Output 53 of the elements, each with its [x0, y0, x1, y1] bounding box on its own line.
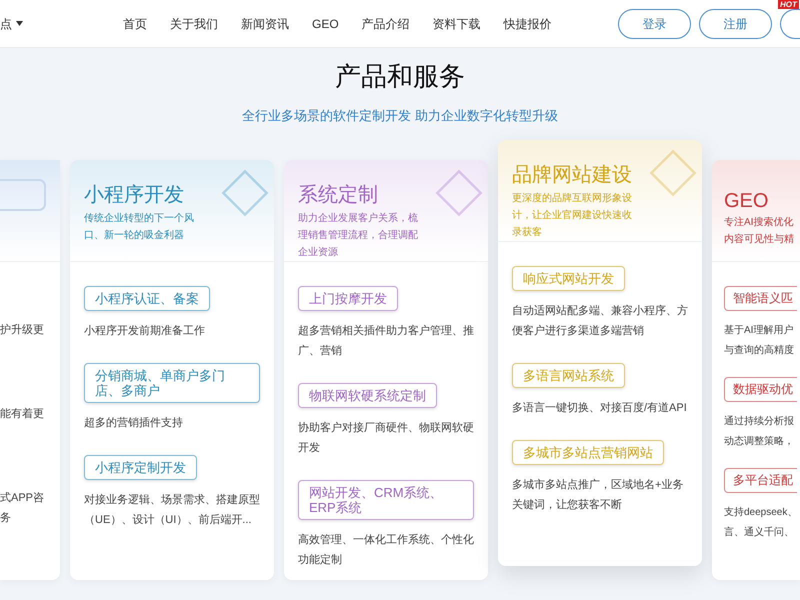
service-description: 多城市多站点推广，区域地名+业务关键词，让您获客不断 [512, 478, 684, 512]
card-subtitle: 更深度的品牌互联网形象设计，让企业官网建设快速收录获客 [512, 192, 633, 240]
hot-badge: HOT [778, 0, 799, 8]
service-description: 超多营销相关插件助力客户管理、推广、营销 [298, 324, 474, 358]
site-switch[interactable]: 点 [0, 14, 23, 32]
nav-link[interactable]: GEO [312, 14, 339, 32]
service-tag[interactable]: 物联网软硬系统定制 [298, 382, 437, 408]
section-subtitle: 全行业多场景的软件定制开发 助力企业数字化转型升级 [241, 107, 559, 125]
card-subtitle: 传统企业转型的下一个风口、新一轮的吸金利器 [84, 212, 195, 242]
service-tag[interactable]: 数据驱动优 [724, 376, 797, 402]
card-subtitle: 内容可见性与精 [724, 232, 795, 246]
service-description: 能有着更 [0, 406, 45, 422]
card-title: 品牌网站建设 [512, 162, 633, 188]
service-tag[interactable]: 小程序定制开发 [84, 454, 197, 480]
outline-shape-icon [220, 168, 270, 218]
service-description: 动态调整策略， [724, 434, 794, 448]
service-description: 支持deepseek、 [724, 506, 798, 520]
auth-button[interactable]: 登录 [618, 8, 691, 38]
service-description: 护升级更 [0, 322, 45, 338]
card-title: GEO [724, 188, 770, 214]
nav-link[interactable]: 快捷报价 [504, 14, 552, 32]
outline-shape-icon [648, 148, 698, 198]
service-description: 多语言一键切换、对接百度/有道API [512, 400, 687, 416]
nav-link[interactable]: 首页 [123, 14, 147, 32]
service-description: 言、通义千问、 [724, 526, 795, 540]
nav-link[interactable]: 产品介绍 [362, 14, 410, 32]
service-tag[interactable]: 上门按摩开发 [298, 286, 398, 310]
service-description: 通过持续分析报 [724, 414, 794, 428]
service-tag[interactable]: 小程序认证、备案 [84, 286, 210, 310]
service-description: 自动适网站配多端、兼容小程序、方便客户进行多渠道多端营销 [512, 304, 688, 338]
service-description: 与查询的高精度 [724, 344, 794, 358]
service-description: 高效管理、一体化工作系统、个性化功能定制 [298, 532, 474, 568]
service-description: 协助客户对接厂商硬件、物联网软硬开发 [298, 420, 474, 456]
nav-link[interactable]: 资料下载 [432, 14, 481, 32]
auth-button[interactable]: 注册 [699, 8, 772, 38]
card-subtitle: 专注AI搜索优化 [724, 216, 794, 230]
service-tag[interactable]: 分销商城、单商户多门店、多商户 [84, 362, 260, 402]
section-title: 产品和服务 [334, 60, 466, 92]
service-description: 务 [0, 510, 12, 526]
card-subtitle: 助力企业发展客户关系，梳理销售管理流程，合理调配企业资源 [298, 212, 419, 260]
service-tag[interactable]: 网站开发、CRM系统、ERP系统 [298, 480, 474, 520]
nav-link[interactable]: 关于我们 [170, 14, 218, 32]
service-description: 超多的营销插件支持 [84, 416, 183, 430]
service-description: 小程序开发前期准备工作 [84, 324, 205, 338]
service-tag[interactable]: 智能语义匹 [724, 286, 797, 310]
service-description: 式APP咨 [0, 490, 46, 506]
outline-shape-icon [434, 168, 484, 218]
service-description: 基于AI理解用户 [724, 324, 794, 338]
service-description: 对接业务逻辑、场景需求、搭建原型（UE）、设计（UI）、前后端开... [84, 492, 260, 528]
nav-link[interactable]: 新闻资讯 [241, 14, 289, 32]
service-tag[interactable]: 多平台适配 [724, 468, 797, 492]
card-title: 小程序开发 [84, 182, 185, 208]
card-title: 系统定制 [298, 182, 379, 208]
